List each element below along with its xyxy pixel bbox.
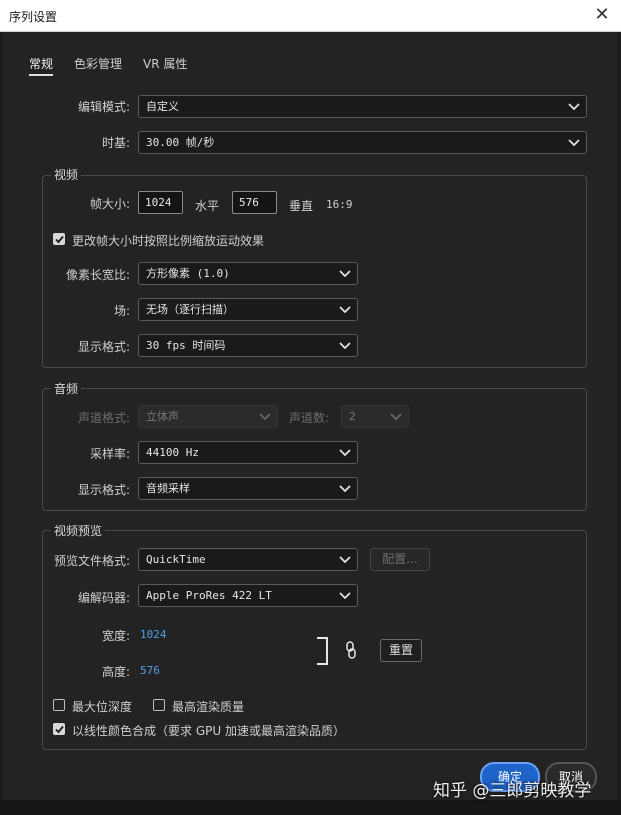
chevron-down-icon: [339, 270, 351, 278]
edit-mode-select[interactable]: 自定义: [138, 95, 587, 118]
video-display-format-label: 显示格式:: [77, 340, 130, 354]
max-bit-depth-label: 最大位深度: [72, 700, 133, 714]
channel-count-label: 声道数:: [289, 411, 330, 425]
scale-motion-checkbox[interactable]: [53, 233, 65, 245]
preview-file-format-value: QuickTime: [146, 553, 206, 566]
sample-rate-value: 44100 Hz: [146, 446, 199, 459]
pixel-aspect-select[interactable]: 方形像素 (1.0): [138, 262, 358, 285]
close-icon[interactable]: ✕: [594, 6, 610, 24]
frame-size-label: 帧大小:: [89, 197, 130, 211]
chevron-down-icon: [339, 592, 351, 600]
fields-label: 场:: [113, 304, 130, 318]
audio-display-format-select[interactable]: 音频采样: [138, 477, 358, 500]
watermark: 知乎 @三郎剪映教学: [433, 781, 592, 801]
codec-value: Apple ProRes 422 LT: [146, 589, 272, 602]
pixel-aspect-label: 像素长宽比:: [65, 268, 130, 282]
checkmark-icon: [55, 725, 64, 734]
chevron-down-icon: [339, 485, 351, 493]
tab-general[interactable]: 常规: [29, 55, 54, 76]
codec-label: 编解码器:: [77, 591, 130, 605]
timebase-label: 时基:: [101, 136, 130, 150]
max-render-quality-label: 最高渲染质量: [172, 700, 245, 714]
chevron-down-icon: [390, 413, 402, 421]
max-bit-depth-checkbox[interactable]: [53, 699, 65, 711]
linear-color-label: 以线性颜色合成（要求 GPU 加速或最高渲染品质）: [72, 724, 345, 738]
chevron-down-icon: [568, 103, 580, 111]
title-bar: 序列设置 ✕: [0, 0, 621, 32]
fields-select[interactable]: 无场（逐行扫描）: [138, 298, 358, 321]
preview-file-format-select[interactable]: QuickTime: [138, 548, 358, 571]
configure-button: 配置...: [370, 548, 430, 571]
video-group-title: 视频: [51, 166, 82, 183]
chevron-down-icon: [339, 342, 351, 350]
chevron-down-icon: [259, 413, 271, 421]
fields-value: 无场（逐行扫描）: [146, 303, 234, 316]
bracket-icon: [317, 637, 328, 665]
channel-format-label: 声道格式:: [77, 411, 130, 425]
horizontal-label: 水平: [195, 199, 220, 213]
preview-width-label: 宽度:: [101, 629, 130, 643]
tab-color-management[interactable]: 色彩管理: [74, 55, 122, 72]
chevron-down-icon: [568, 139, 580, 147]
reset-button[interactable]: 重置: [380, 639, 422, 662]
video-display-format-value: 30 fps 时间码: [146, 339, 226, 352]
background-strip: [0, 800, 621, 815]
audio-display-format-label: 显示格式:: [77, 483, 130, 497]
video-preview-group-title: 视频预览: [51, 522, 106, 539]
preview-height-value[interactable]: 576: [140, 664, 160, 677]
preview-height-label: 高度:: [101, 665, 130, 679]
checkmark-icon: [55, 235, 64, 244]
frame-width-input[interactable]: 1024: [138, 191, 183, 214]
chevron-down-icon: [339, 306, 351, 314]
audio-display-format-value: 音频采样: [146, 482, 190, 495]
video-display-format-select[interactable]: 30 fps 时间码: [138, 334, 358, 357]
tab-vr-properties[interactable]: VR 属性: [143, 55, 187, 72]
preview-file-format-label: 预览文件格式:: [53, 554, 130, 568]
channel-format-select: 立体声: [138, 405, 278, 428]
frame-height-input[interactable]: 576: [232, 191, 277, 214]
channel-format-value: 立体声: [146, 410, 179, 423]
timebase-value: 30.00 帧/秒: [146, 136, 215, 149]
scale-motion-label: 更改帧大小时按照比例缩放运动效果: [72, 234, 265, 248]
channel-count-value: 2: [349, 410, 356, 423]
edit-mode-value: 自定义: [146, 100, 179, 113]
max-render-quality-checkbox[interactable]: [153, 699, 165, 711]
vertical-label: 垂直: [289, 199, 314, 213]
pixel-aspect-value: 方形像素 (1.0): [146, 267, 230, 280]
window-title: 序列设置: [9, 10, 58, 24]
chevron-down-icon: [339, 449, 351, 457]
edit-mode-label: 编辑模式:: [77, 100, 130, 114]
audio-group-title: 音频: [51, 380, 82, 397]
link-icon[interactable]: [344, 641, 358, 659]
preview-width-value[interactable]: 1024: [140, 628, 167, 641]
chevron-down-icon: [339, 556, 351, 564]
timebase-select[interactable]: 30.00 帧/秒: [138, 131, 587, 154]
channel-count-select: 2: [341, 405, 409, 428]
aspect-ratio-text: 16:9: [326, 198, 353, 211]
sample-rate-label: 采样率:: [89, 447, 130, 461]
linear-color-checkbox[interactable]: [53, 723, 65, 735]
sample-rate-select[interactable]: 44100 Hz: [138, 441, 358, 464]
codec-select[interactable]: Apple ProRes 422 LT: [138, 584, 358, 607]
